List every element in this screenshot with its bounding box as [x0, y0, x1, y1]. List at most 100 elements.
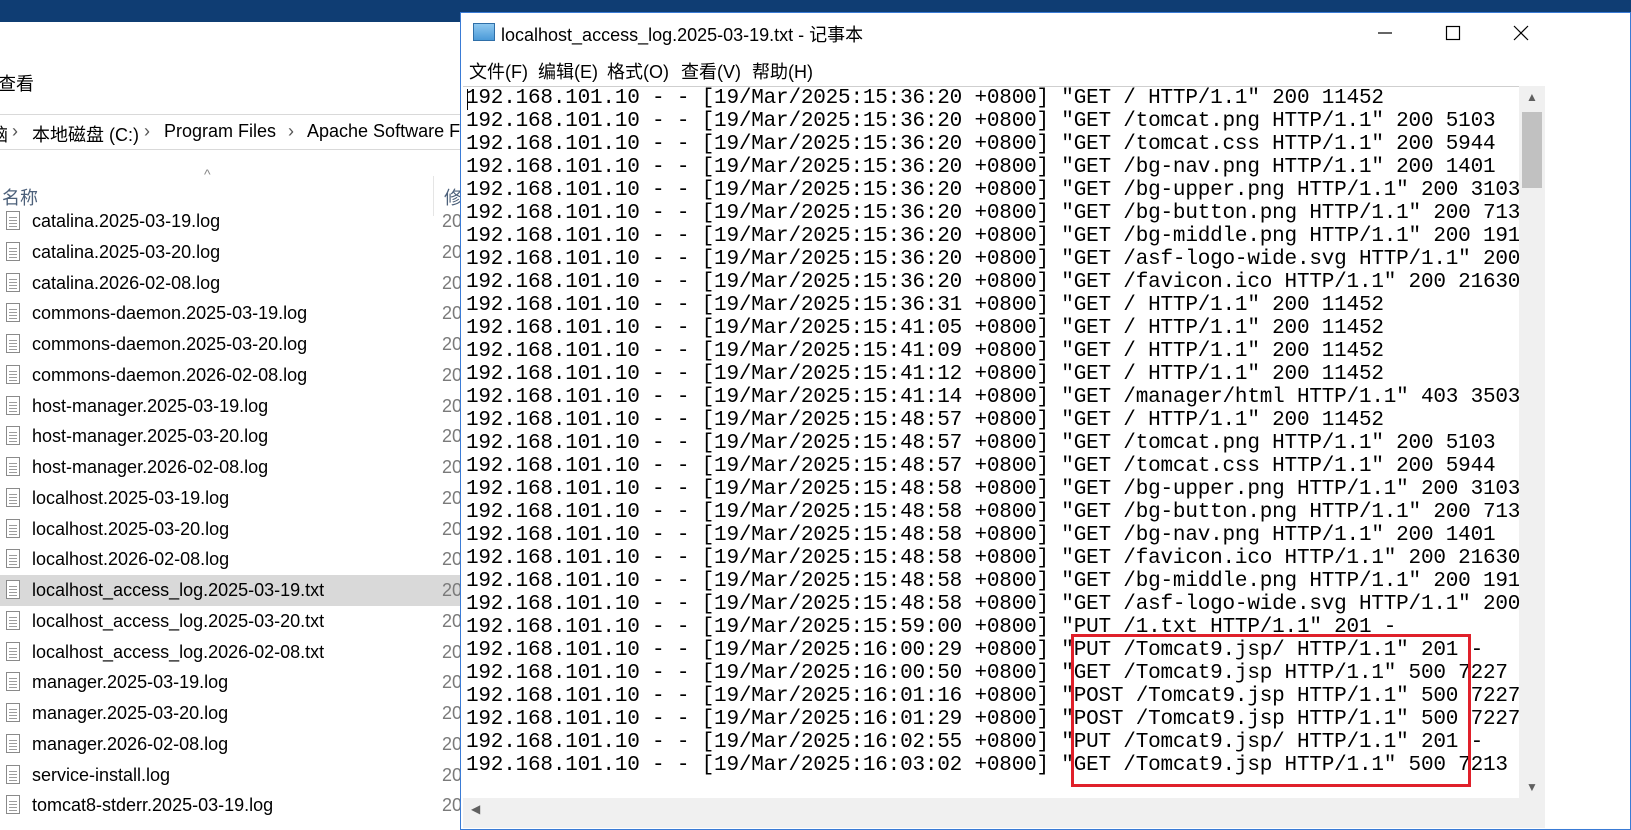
file-row[interactable]: commons-daemon.2025-03-19.log2025	[0, 298, 480, 329]
file-row[interactable]: host-manager.2025-03-19.log2025	[0, 391, 480, 422]
file-row[interactable]: service-install.log2025	[0, 760, 480, 791]
text-file-icon	[6, 426, 20, 446]
title-bar[interactable]: localhost_access_log.2025-03-19.txt - 记事…	[461, 13, 1630, 51]
menu-help[interactable]: 帮助(H)	[752, 58, 813, 84]
log-line: 192.168.101.10 - - [19/Mar/2025:15:36:20…	[466, 156, 1496, 179]
file-row[interactable]: localhost.2026-02-08.log2026	[0, 544, 480, 575]
horizontal-scrollbar[interactable]: ◀	[463, 798, 1545, 828]
text-file-icon	[6, 703, 20, 722]
vertical-scrollbar[interactable]: ▲ ▼	[1519, 86, 1545, 798]
log-line: 192.168.101.10 - - [19/Mar/2025:15:48:58…	[466, 478, 1519, 501]
menu-format[interactable]: 格式(O)	[607, 58, 669, 84]
sort-ascending-icon: ^	[204, 166, 211, 182]
menu-bar: 文件(F) 编辑(E) 格式(O) 查看(V) 帮助(H)	[461, 53, 1630, 85]
file-name: catalina.2025-03-19.log	[32, 211, 221, 231]
breadcrumb-item[interactable]: Program Files	[164, 121, 276, 142]
file-row[interactable]: manager.2025-03-20.log2025	[0, 698, 480, 729]
maximize-icon	[1445, 25, 1461, 41]
file-name: localhost.2026-02-08.log	[32, 549, 230, 570]
file-row[interactable]: tomcat8-stderr.2025-03-19.log2025	[0, 790, 480, 821]
text-file-icon	[6, 610, 20, 630]
text-file-icon	[6, 303, 20, 323]
file-name: service-install.log	[32, 764, 171, 785]
text-file-icon	[6, 733, 20, 753]
text-file-icon	[6, 272, 20, 292]
log-line: 192.168.101.10 - - [19/Mar/2025:15:48:58…	[466, 501, 1519, 524]
breadcrumb-item[interactable]: Apache Software F	[307, 121, 460, 142]
file-row[interactable]: localhost_access_log.2025-03-19.txt2025	[0, 575, 480, 606]
column-header-row: ^ 名称 修改	[0, 158, 480, 216]
log-line: 192.168.101.10 - - [19/Mar/2025:15:48:58…	[466, 547, 1519, 570]
log-line: 192.168.101.10 - - [19/Mar/2025:15:41:05…	[466, 317, 1384, 340]
text-file-icon	[6, 764, 20, 784]
breadcrumb-chevron-icon: ›	[288, 121, 294, 141]
file-name: tomcat8-stderr.2025-03-19.log	[32, 795, 274, 816]
file-name: localhost_access_log.2026-02-08.txt	[32, 641, 325, 662]
text-file-icon	[6, 795, 20, 815]
file-name: commons-daemon.2025-03-20.log	[32, 334, 308, 354]
text-editor[interactable]: 192.168.101.10 - - [19/Mar/2025:15:36:20…	[463, 86, 1519, 799]
scroll-up-arrow-icon[interactable]: ▲	[1526, 90, 1538, 104]
log-line: 192.168.101.10 - - [19/Mar/2025:15:48:57…	[466, 432, 1496, 455]
log-line: 192.168.101.10 - - [19/Mar/2025:15:36:20…	[466, 271, 1519, 294]
file-row[interactable]: host-manager.2025-03-20.log2025	[0, 421, 480, 452]
log-line: 192.168.101.10 - - [19/Mar/2025:15:36:20…	[466, 248, 1519, 271]
breadcrumb-item[interactable]: 脑	[0, 121, 8, 147]
file-name: localhost.2025-03-19.log	[32, 487, 230, 508]
log-line: 192.168.101.10 - - [19/Mar/2025:15:36:20…	[466, 225, 1519, 248]
text-file-icon	[6, 518, 20, 538]
file-name: catalina.2026-02-08.log	[32, 272, 221, 293]
notepad-window: localhost_access_log.2025-03-19.txt - 记事…	[460, 12, 1631, 830]
file-row[interactable]: manager.2026-02-08.log2026	[0, 729, 480, 760]
file-name: commons-daemon.2026-02-08.log	[32, 364, 308, 385]
log-line: 192.168.101.10 - - [19/Mar/2025:15:48:58…	[466, 593, 1519, 616]
scrollbar-thumb[interactable]	[1522, 112, 1542, 188]
text-file-icon	[6, 334, 20, 353]
log-line: 192.168.101.10 - - [19/Mar/2025:15:41:09…	[466, 340, 1384, 363]
close-icon	[1513, 25, 1529, 41]
minimize-icon	[1378, 32, 1392, 34]
notepad-app-icon[interactable]	[473, 23, 495, 41]
file-name: localhost.2025-03-20.log	[32, 518, 230, 539]
window-title: localhost_access_log.2025-03-19.txt - 记事…	[501, 25, 864, 45]
file-row[interactable]: commons-daemon.2025-03-20.log2025	[0, 329, 480, 360]
file-row[interactable]: host-manager.2026-02-08.log2026	[0, 452, 480, 483]
log-line: 192.168.101.10 - - [19/Mar/2025:15:41:12…	[466, 363, 1384, 386]
log-line: 192.168.101.10 - - [19/Mar/2025:15:36:20…	[466, 133, 1496, 156]
file-name: localhost_access_log.2025-03-19.txt	[32, 580, 325, 600]
log-line: 192.168.101.10 - - [19/Mar/2025:15:41:14…	[466, 386, 1519, 409]
maximize-button[interactable]	[1419, 13, 1487, 51]
menu-edit[interactable]: 编辑(E)	[538, 58, 598, 84]
close-button[interactable]	[1487, 13, 1555, 51]
text-file-icon	[6, 241, 20, 261]
address-bar[interactable]: 脑 › 本地磁盘 (C:) › Program Files › Apache S…	[0, 114, 480, 150]
menu-view[interactable]: 查看(V)	[681, 58, 741, 84]
file-name: commons-daemon.2025-03-19.log	[32, 303, 308, 324]
breadcrumb-chevron-icon: ›	[144, 121, 150, 141]
text-file-icon	[6, 211, 20, 230]
scroll-left-arrow-icon[interactable]: ◀	[471, 802, 480, 816]
file-row[interactable]: localhost.2025-03-19.log2025	[0, 483, 480, 514]
text-file-icon	[6, 364, 20, 384]
file-row[interactable]: catalina.2025-03-19.log2025	[0, 206, 480, 237]
text-cursor	[467, 89, 468, 110]
file-row[interactable]: manager.2025-03-19.log2025	[0, 667, 480, 698]
text-file-icon	[6, 580, 20, 599]
text-file-icon	[6, 395, 20, 415]
ribbon-tab-view[interactable]: 查看	[0, 70, 34, 96]
file-row[interactable]: catalina.2025-03-20.log2025	[0, 237, 480, 268]
file-row[interactable]: catalina.2026-02-08.log2026	[0, 268, 480, 299]
menu-file[interactable]: 文件(F)	[469, 58, 528, 84]
file-row[interactable]: localhost_access_log.2025-03-20.txt2025	[0, 606, 480, 637]
scroll-down-arrow-icon[interactable]: ▼	[1526, 780, 1538, 794]
breadcrumb-chevron-icon: ›	[12, 121, 18, 141]
file-explorer-window: 查看 脑 › 本地磁盘 (C:) › Program Files › Apach…	[0, 22, 480, 830]
file-row[interactable]: localhost_access_log.2026-02-08.txt2026	[0, 637, 480, 668]
text-file-icon	[6, 549, 20, 569]
file-row[interactable]: commons-daemon.2026-02-08.log2026	[0, 360, 480, 391]
file-name: host-manager.2026-02-08.log	[32, 457, 269, 477]
breadcrumb-item[interactable]: 本地磁盘 (C:)	[32, 121, 139, 147]
minimize-button[interactable]	[1351, 13, 1419, 51]
file-row[interactable]: localhost.2025-03-20.log2025	[0, 514, 480, 545]
text-file-icon	[6, 457, 20, 476]
